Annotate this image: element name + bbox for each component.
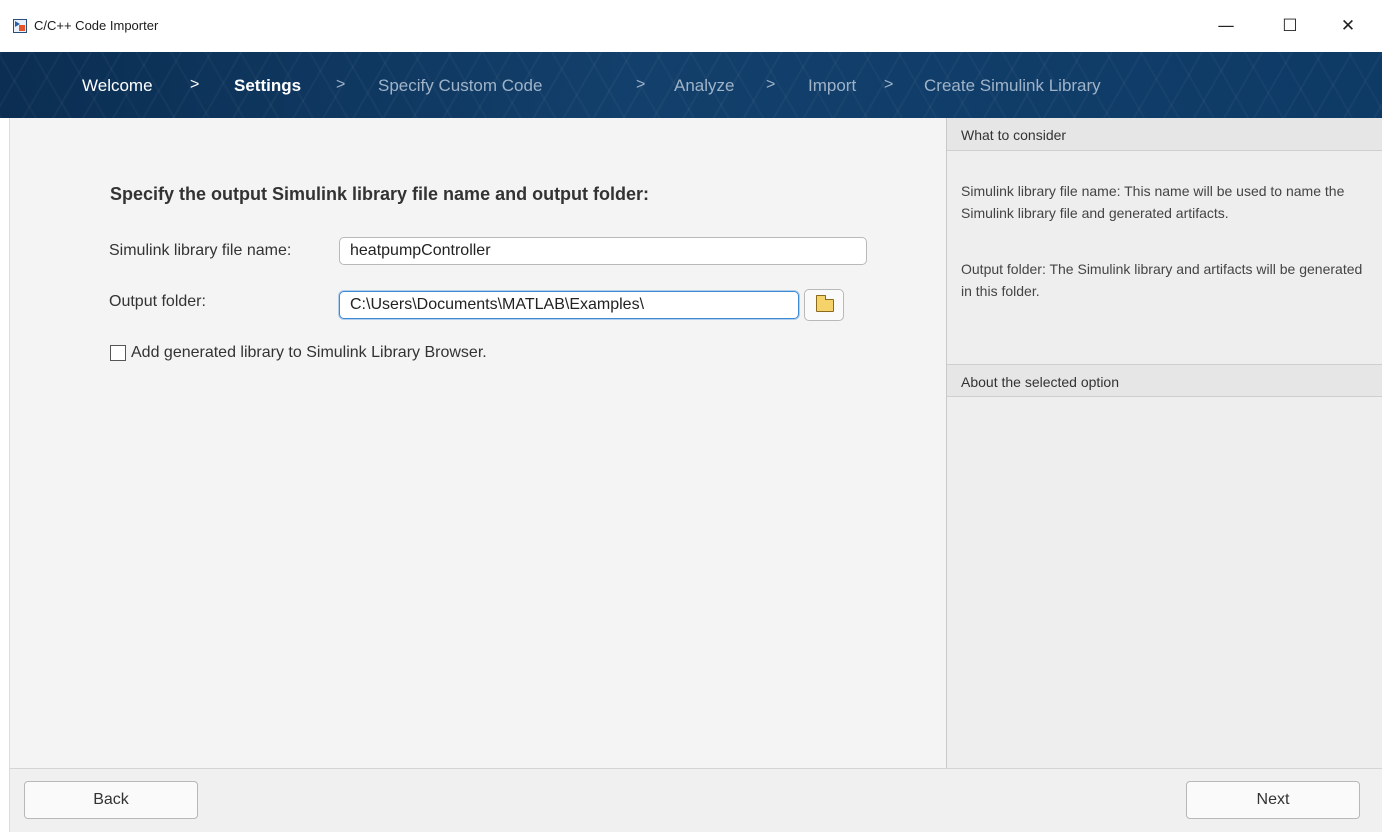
add-to-library-browser-label: Add generated library to Simulink Librar… (131, 344, 487, 361)
next-button[interactable]: Next (1186, 781, 1360, 819)
what-to-consider-header: What to consider (947, 118, 1382, 151)
app-icon (13, 19, 27, 33)
breadcrumb-step-settings[interactable]: Settings (234, 76, 301, 96)
library-name-field[interactable]: heatpumpController (339, 237, 867, 265)
about-selected-option-header: About the selected option (947, 364, 1382, 397)
page-title: Specify the output Simulink library file… (110, 184, 650, 204)
breadcrumb-separator: > (190, 76, 200, 93)
button-bar: Back Next (10, 768, 1382, 832)
settings-pane: Specify the output Simulink library file… (10, 118, 946, 768)
back-button[interactable]: Back (24, 781, 198, 819)
output-folder-field[interactable]: C:\Users\Documents\MATLAB\Examples\ (339, 291, 799, 319)
output-folder-label: Output folder: (109, 293, 206, 310)
library-name-label: Simulink library file name: (109, 242, 292, 259)
breadcrumb-separator: > (766, 76, 776, 93)
window-left-edge (0, 118, 10, 832)
close-icon[interactable]: ✕ (1326, 8, 1370, 44)
breadcrumb-separator: > (336, 76, 346, 93)
add-to-library-browser-checkbox[interactable] (110, 345, 126, 361)
breadcrumb-separator: > (636, 76, 646, 93)
breadcrumb-step-welcome[interactable]: Welcome (82, 76, 153, 96)
breadcrumb-separator: > (884, 76, 894, 93)
minimize-icon[interactable]: — (1204, 8, 1248, 44)
window-title: C/C++ Code Importer (34, 18, 159, 33)
browse-folder-button[interactable] (804, 289, 844, 321)
breadcrumb-step-analyze: Analyze (674, 76, 735, 95)
consider-text-library-name: Simulink library file name: This name wi… (961, 183, 1345, 221)
breadcrumb-step-create-simulink-library: Create Simulink Library (924, 76, 1101, 95)
breadcrumb-step-import: Import (808, 76, 857, 95)
breadcrumb-step-specify-custom-code: Specify Custom Code (378, 76, 543, 95)
maximize-icon[interactable]: ☐ (1268, 8, 1312, 44)
breadcrumb: Welcome > Settings > Specify Custom Code… (0, 52, 1382, 118)
info-panel: What to consider Simulink library file n… (946, 118, 1382, 768)
window-titlebar: C/C++ Code Importer — ☐ ✕ (0, 0, 1382, 53)
consider-text-output-folder: Output folder: The Simulink library and … (961, 261, 1363, 299)
folder-icon (816, 295, 834, 312)
